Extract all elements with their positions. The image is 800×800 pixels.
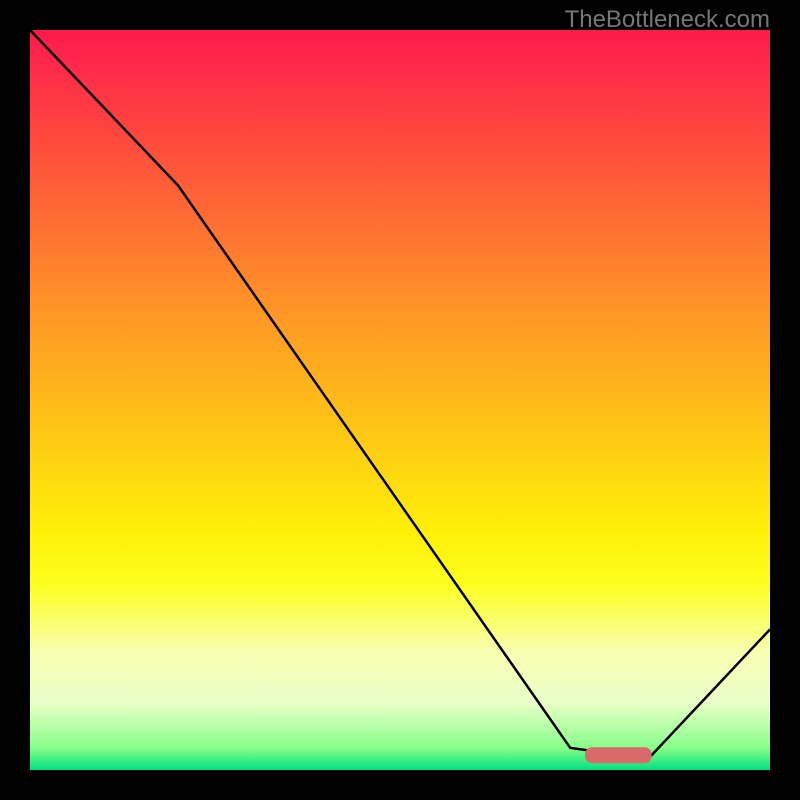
plot-area [30,30,770,770]
curve-svg [30,30,770,770]
bottleneck-curve-path [30,30,770,755]
chart-container: TheBottleneck.com [0,0,800,800]
optimal-marker-rect [585,747,652,763]
